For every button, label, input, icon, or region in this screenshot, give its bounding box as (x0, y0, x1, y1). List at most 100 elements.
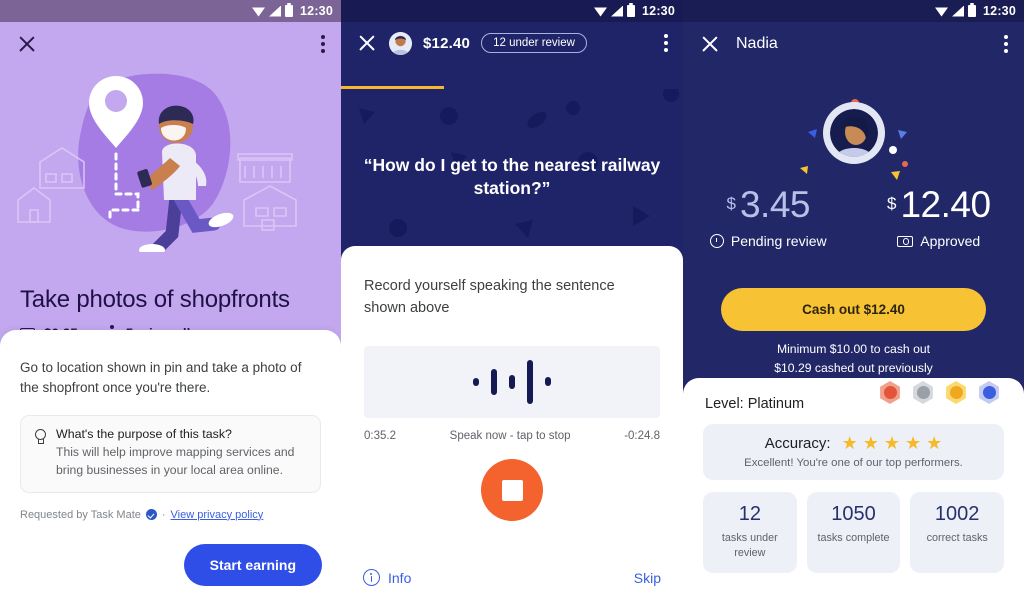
battery-icon (285, 3, 294, 17)
platinum-medal (976, 381, 1002, 404)
close-icon[interactable] (16, 33, 38, 55)
cash-out-minimum: Minimum $10.00 to cash out (776, 342, 931, 356)
wifi-icon (935, 7, 949, 17)
accuracy-label: Accuracy: (764, 434, 831, 452)
remaining-time: -0:24.8 (624, 429, 660, 442)
screenshot-root: 12:30 Take photos of shopfronts Go to lo… (0, 0, 1024, 602)
money-icon (897, 235, 914, 247)
pending-earnings: $ 3.45 Pending review (683, 186, 854, 249)
status-bar: 12:30 (341, 0, 683, 22)
stop-recording-button[interactable] (481, 459, 543, 521)
requested-by-label: Requested by Task Mate (20, 508, 141, 521)
medal-group (877, 381, 1002, 404)
approved-label: Approved (920, 233, 981, 249)
separator-dot: · (161, 508, 166, 521)
recording-instruction: Record yourself speaking the sentence sh… (364, 278, 615, 316)
lightbulb-icon (33, 429, 46, 446)
stat-value: 1002 (934, 503, 980, 525)
overflow-menu-icon[interactable] (321, 35, 325, 53)
stat-card: 1002 correct tasks (910, 492, 1005, 574)
skip-button[interactable]: Skip (634, 570, 661, 586)
elapsed-time: 0:35.2 (364, 429, 396, 442)
task-progress-bar (341, 86, 683, 90)
stat-label: correct tasks (926, 532, 988, 544)
profile-hero: Nadia $ 3.45 Pending review $ 12.40 Appr… (683, 22, 1024, 410)
voice-task-hero: $12.40 12 under review “How do I get to … (341, 22, 683, 268)
battery-icon (968, 3, 977, 17)
profile-name: Nadia (736, 35, 778, 52)
approved-earnings: $ 12.40 Approved (854, 186, 1024, 249)
start-earning-button[interactable]: Start earning (183, 544, 322, 586)
waveform-bar (491, 368, 497, 395)
page-title: Take photos of shopfronts (20, 286, 290, 313)
silver-medal (910, 381, 936, 404)
cash-out-button[interactable]: Cash out $12.40 (721, 288, 986, 331)
cash-out-note: Minimum $10.00 to cash out $10.29 cashed… (683, 340, 1024, 378)
stat-label: tasks under review (721, 532, 778, 559)
stats-row: 12 tasks under review 1050 tasks complete 10… (703, 492, 1005, 574)
earnings-summary: $ 3.45 Pending review $ 12.40 Approved (683, 186, 1024, 249)
cash-out-previous: $10.29 cashed out previously (774, 360, 933, 375)
status-bar: 12:30 (0, 0, 341, 22)
purpose-question: What's the purpose of this task? (56, 427, 232, 442)
avatar[interactable] (829, 109, 878, 157)
panel-profile-earnings: 12:30 Nadia $ 3.45 Pending review $ 12.4… (683, 0, 1024, 602)
stat-card: 12 tasks under review (703, 492, 797, 574)
cellular-signal-icon (952, 5, 965, 17)
status-bar-clock: 12:30 (642, 4, 675, 18)
gold-medal (943, 381, 969, 404)
accuracy-subtitle: Excellent! You're one of our top perform… (744, 457, 963, 469)
recording-hint: Speak now - tap to stop (449, 429, 571, 442)
wifi-icon (594, 7, 608, 17)
recording-time-row: 0:35.2 Speak now - tap to stop -0:24.8 (364, 430, 660, 442)
star-icon: ★ (883, 433, 900, 453)
wifi-icon (252, 7, 266, 17)
approved-currency: $ (886, 194, 897, 213)
stat-value: 1050 (831, 503, 876, 525)
star-icon: ★ (905, 433, 922, 453)
status-bar-clock: 12:30 (300, 4, 333, 18)
under-review-chip[interactable]: 12 under review (481, 33, 587, 53)
panel-task-detail: 12:30 Take photos of shopfronts Go to lo… (0, 0, 341, 602)
voice-task-topbar: $12.40 12 under review (341, 22, 683, 64)
verified-badge-icon (145, 509, 157, 520)
approved-label-row: Approved (897, 233, 980, 249)
waveform-bar (509, 374, 515, 389)
close-icon[interactable] (356, 32, 378, 54)
stat-label: tasks complete (817, 532, 890, 544)
task-description: Go to location shown in pin and take a p… (20, 360, 302, 395)
cellular-signal-icon (269, 5, 282, 17)
waveform-bar (545, 377, 551, 386)
task-topbar (0, 22, 341, 66)
prompt-sentence: “How do I get to the nearest railway sta… (363, 155, 661, 199)
waveform-bar (527, 359, 533, 404)
accuracy-stars: ★ ★ ★ ★ ★ (842, 434, 943, 452)
waveform-bar (473, 377, 479, 386)
stat-value: 12 (738, 503, 761, 525)
info-button[interactable]: Info (363, 569, 411, 586)
shopfront-illustration (17, 73, 297, 252)
info-label: Info (388, 569, 412, 586)
bronze-medal (877, 381, 903, 404)
status-bar: 12:30 (683, 0, 1024, 22)
overflow-menu-icon[interactable] (664, 34, 668, 52)
status-bar-clock: 12:30 (983, 4, 1016, 18)
pending-amount: 3.45 (739, 184, 811, 225)
close-icon[interactable] (699, 33, 721, 55)
overflow-menu-icon[interactable] (1004, 35, 1008, 53)
privacy-policy-link[interactable]: View privacy policy (171, 509, 264, 521)
task-hero: Take photos of shopfronts $0.25 5 min wa… (0, 22, 341, 352)
voice-task-footer: Info Skip (341, 569, 683, 586)
requester-row: Requested by Task Mate · View privacy po… (20, 509, 321, 521)
battery-icon (627, 3, 636, 17)
star-icon: ★ (862, 433, 879, 453)
task-progress-fill (341, 86, 444, 90)
pending-label-row: Pending review (709, 233, 827, 249)
avatar[interactable] (389, 31, 412, 55)
clock-icon (709, 234, 724, 248)
stop-square-icon (501, 479, 523, 501)
approved-amount: 12.40 (900, 184, 991, 225)
level-row: Level: Platinum (683, 378, 1024, 412)
avatar-ring (822, 102, 885, 164)
purpose-answer: This will help improve mapping services … (56, 445, 295, 477)
